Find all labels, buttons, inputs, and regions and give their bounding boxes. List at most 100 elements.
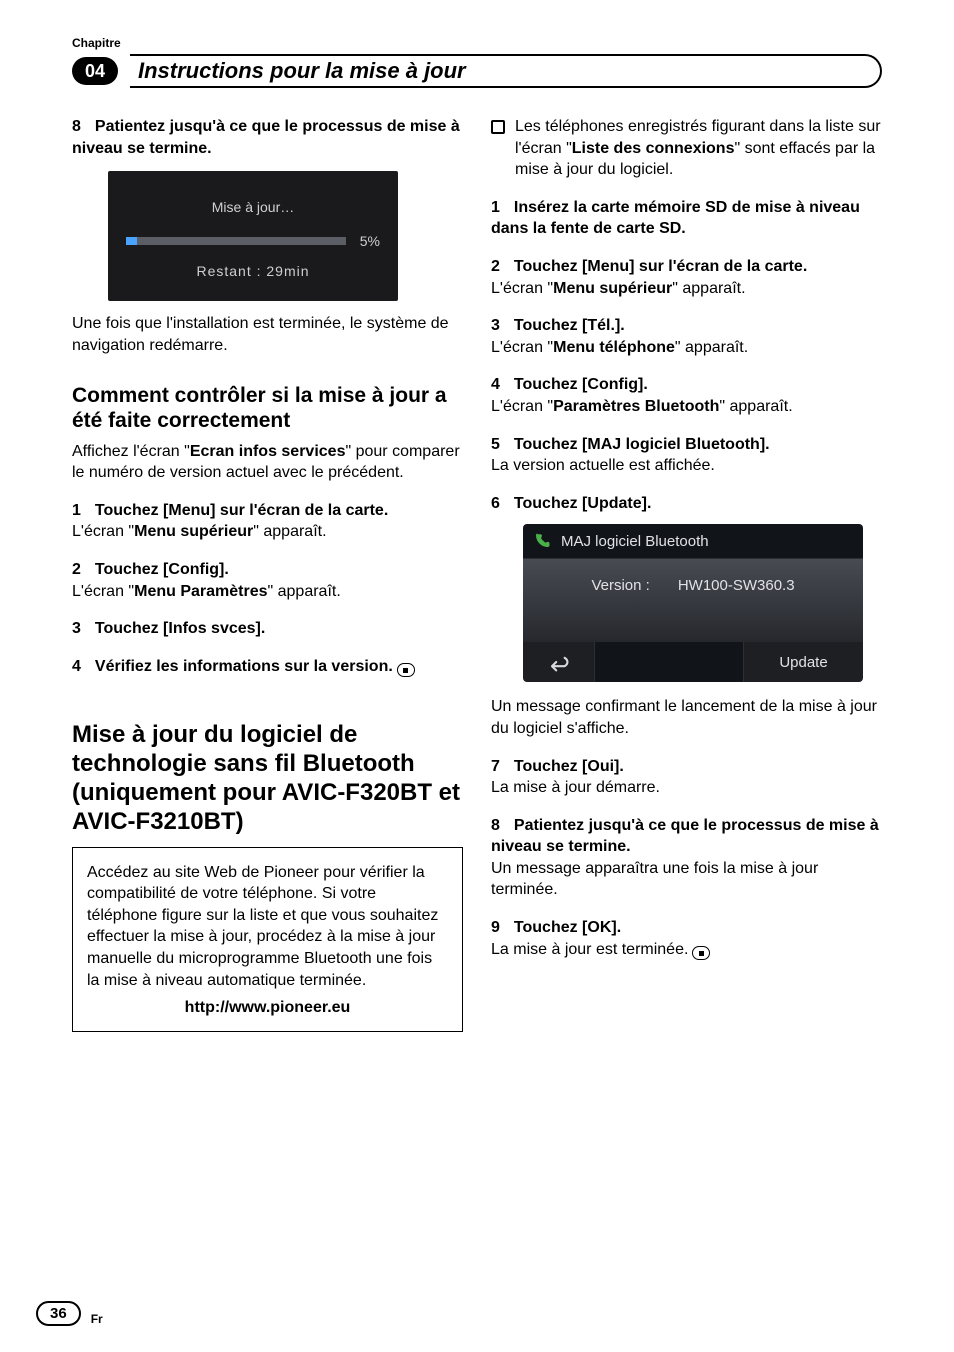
step-number: 2 [72, 559, 81, 581]
bt-screen-footer: Update [523, 642, 863, 682]
txt: L'écran " [72, 583, 134, 600]
language-code: Fr [91, 1312, 103, 1326]
step-text: Patientez jusqu'à ce que le processus de… [491, 817, 879, 856]
r-step-7: 7 Touchez [Oui]. [491, 756, 882, 778]
info-box: Accédez au site Web de Pioneer pour véri… [72, 847, 463, 1032]
r-step-6: 6 Touchez [Update]. [491, 493, 882, 515]
step-text: Touchez [Update]. [514, 495, 651, 512]
txt: Affichez l'écran " [72, 443, 190, 460]
chapter-title: Instructions pour la mise à jour [138, 58, 466, 84]
progress-percent: 5% [360, 233, 380, 249]
left-column: 8Patientez jusqu'à ce que le processus d… [72, 116, 463, 1032]
end-marker-icon [397, 663, 415, 677]
update-button[interactable]: Update [743, 642, 863, 682]
check-step-2: 2 Touchez [Config]. [72, 559, 463, 581]
bt-screen-title: MAJ logiciel Bluetooth [561, 533, 709, 550]
note-icon [491, 120, 505, 134]
step-number: 6 [491, 493, 500, 515]
step-number: 5 [491, 434, 500, 456]
step-number: 7 [491, 756, 500, 778]
bluetooth-heading: Mise à jour du logiciel de technologie s… [72, 721, 463, 836]
txt: L'écran " [491, 398, 553, 415]
step-number: 1 [72, 500, 81, 522]
txt: " apparaît. [675, 339, 748, 356]
step-number: 4 [72, 656, 81, 678]
right-column: Les téléphones enregistrés figurant dans… [491, 116, 882, 1032]
step-text: Touchez [Tél.]. [514, 317, 625, 334]
r-step-7-sub: La mise à jour démarre. [491, 777, 882, 799]
back-arrow-icon [545, 652, 573, 672]
r-step-2-sub: L'écran "Menu supérieur" apparaît. [491, 278, 882, 300]
step-number: 3 [491, 315, 500, 337]
chapter-title-wrap: Instructions pour la mise à jour [130, 54, 882, 88]
txt: " apparaît. [672, 280, 745, 297]
update-progress-screen: Mise à jour… 5% Restant : 29min [108, 171, 398, 301]
step-number: 4 [491, 374, 500, 396]
check-intro: Affichez l'écran "Ecran infos services" … [72, 441, 463, 484]
check-step-4: 4 Vérifiez les informations sur la versio… [72, 656, 463, 678]
bt-screen-header: MAJ logiciel Bluetooth [523, 524, 863, 559]
txt: " apparaît. [253, 523, 326, 540]
step-text: Vérifiez les informations sur la version… [95, 658, 393, 675]
back-button[interactable] [523, 642, 595, 682]
progress-track [126, 237, 346, 245]
screen-title: Mise à jour… [126, 199, 380, 215]
step-text: Touchez [Infos svces]. [95, 620, 265, 637]
txt-bold: Paramètres Bluetooth [553, 398, 719, 415]
r-step-9-sub: La mise à jour est terminée. [491, 939, 882, 961]
note-text: Les téléphones enregistrés figurant dans… [515, 116, 882, 181]
step-number: 1 [491, 197, 500, 219]
after-install-text: Une fois que l'installation est terminée… [72, 313, 463, 356]
check-step-1: 1 Touchez [Menu] sur l'écran de la carte. [72, 500, 463, 522]
check-step-3: 3Touchez [Infos svces]. [72, 618, 463, 640]
r-step-9: 9Touchez [OK]. [491, 917, 882, 939]
bluetooth-update-screen: MAJ logiciel Bluetooth Version : HW100-S… [523, 524, 863, 682]
phone-icon [533, 532, 551, 550]
step-text: Insérez la carte mémoire SD de mise à ni… [491, 199, 860, 238]
check-step-1-sub: L'écran "Menu supérieur" apparaît. [72, 521, 463, 543]
step-text: Touchez [Menu] sur l'écran de la carte. [95, 502, 388, 519]
txt-bold: Ecran infos services [190, 443, 346, 460]
info-box-text: Accédez au site Web de Pioneer pour véri… [87, 862, 448, 992]
txt: " apparaît. [268, 583, 341, 600]
r-step-5-sub: La version actuelle est affichée. [491, 455, 882, 477]
chapter-header: 04 Instructions pour la mise à jour [72, 54, 882, 88]
page-number: 36 [36, 1301, 81, 1326]
chapter-number-badge: 04 [72, 57, 118, 85]
r-step-3-sub: L'écran "Menu téléphone" apparaît. [491, 337, 882, 359]
r-step-4: 4 Touchez [Config]. [491, 374, 882, 396]
r-step-8: 8Patientez jusqu'à ce que le processus d… [491, 815, 882, 858]
r-step-2: 2 Touchez [Menu] sur l'écran de la carte. [491, 256, 882, 278]
step-text: Touchez [Config]. [514, 376, 648, 393]
progress-remaining: Restant : 29min [126, 263, 380, 279]
step-number: 9 [491, 917, 500, 939]
info-box-url: http://www.pioneer.eu [87, 997, 448, 1019]
bt-screen-body: Version : HW100-SW360.3 [523, 559, 863, 642]
note-bullet: Les téléphones enregistrés figurant dans… [491, 116, 882, 181]
chapter-label: Chapitre [72, 36, 882, 50]
check-heading: Comment contrôler si la mise à jour a ét… [72, 384, 463, 432]
end-marker-icon [692, 946, 710, 960]
step-number: 8 [72, 116, 81, 138]
step-text: Touchez [Config]. [95, 561, 229, 578]
progress-row: 5% [126, 233, 380, 249]
after-bt-text: Un message confirmant le lancement de la… [491, 696, 882, 739]
r-step-1: 1Insérez la carte mémoire SD de mise à n… [491, 197, 882, 240]
txt-bold: Menu supérieur [134, 523, 253, 540]
step-number: 2 [491, 256, 500, 278]
txt-bold: Menu Paramètres [134, 583, 267, 600]
r-step-5: 5 Touchez [MAJ logiciel Bluetooth]. [491, 434, 882, 456]
check-step-2-sub: L'écran "Menu Paramètres" apparaît. [72, 581, 463, 603]
step-text: Touchez [Oui]. [514, 758, 624, 775]
step-text: Touchez [Menu] sur l'écran de la carte. [514, 258, 807, 275]
txt-bold: Menu supérieur [553, 280, 672, 297]
txt: La mise à jour est terminée. [491, 941, 688, 958]
step-text: Touchez [MAJ logiciel Bluetooth]. [514, 436, 770, 453]
r-step-3: 3 Touchez [Tél.]. [491, 315, 882, 337]
txt-bold: Liste des connexions [572, 140, 735, 157]
page-footer: 36 Fr [36, 1301, 103, 1326]
step-text: Patientez jusqu'à ce que le processus de… [72, 118, 460, 157]
r-step-8-sub: Un message apparaîtra une fois la mise à… [491, 858, 882, 901]
r-step-4-sub: L'écran "Paramètres Bluetooth" apparaît. [491, 396, 882, 418]
txt: L'écran " [72, 523, 134, 540]
